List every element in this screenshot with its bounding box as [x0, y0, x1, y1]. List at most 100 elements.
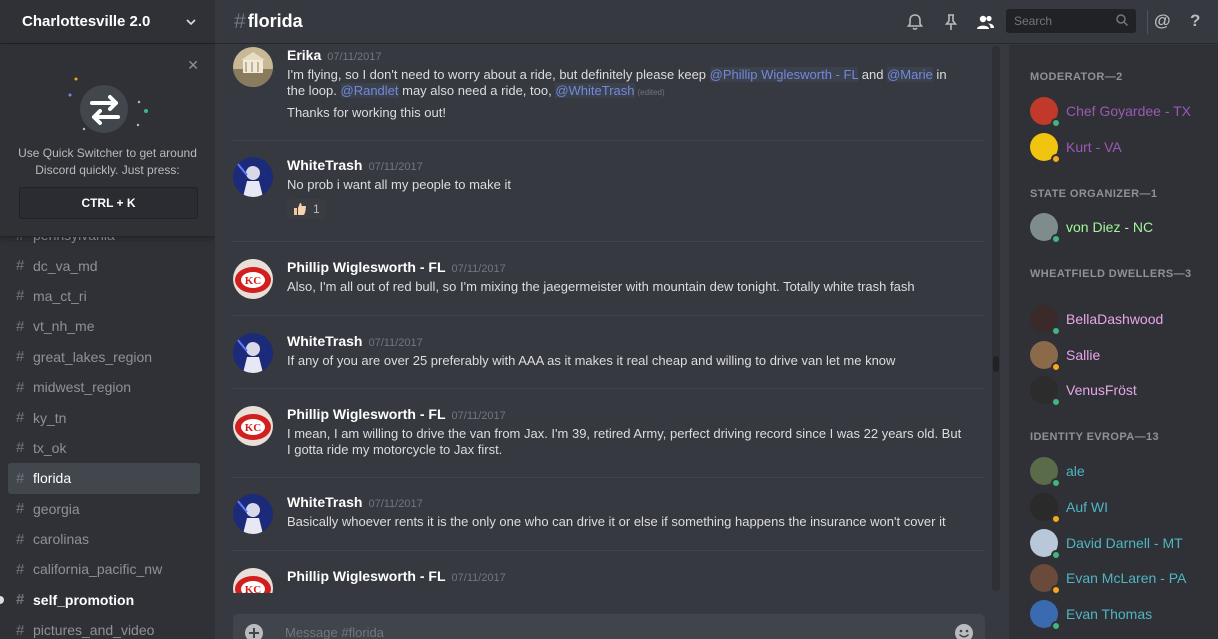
member-item[interactable]: Evan Thomas [1030, 598, 1152, 631]
idle-status-icon [1051, 585, 1061, 595]
member-item[interactable]: von Diez - NC [1030, 211, 1153, 244]
member-name: BellaDashwood [1066, 311, 1164, 327]
channel-tx-ok[interactable]: # tx_ok [8, 433, 200, 463]
avatar [1030, 457, 1061, 488]
channel-title: # florida [234, 10, 303, 34]
channel-name: florida [247, 11, 303, 31]
member-name: Evan McLaren - PA [1066, 570, 1187, 586]
channel-label: pictures_and_video [33, 622, 155, 639]
message-author[interactable]: Phillip Wiglesworth - FL [287, 259, 446, 275]
channel-california-pacific-nw[interactable]: # california_pacific_nw [8, 554, 200, 584]
avatar[interactable] [233, 157, 273, 197]
channel-georgia[interactable]: # georgia [8, 494, 200, 524]
channel-great-lakes-region[interactable]: # great_lakes_region [8, 342, 200, 372]
channel-hash-icon: # [234, 9, 246, 33]
message-divider [233, 550, 984, 551]
channel-hash-icon: # [16, 591, 25, 609]
message-author[interactable]: WhiteTrash [287, 333, 362, 349]
message-author[interactable]: Phillip Wiglesworth - FL [287, 568, 446, 584]
channel-dc-va-md[interactable]: # dc_va_md [8, 250, 200, 280]
avatar[interactable]: KC [233, 259, 273, 299]
composer-placeholder: Message #florida [285, 625, 384, 639]
avatar [1030, 600, 1061, 631]
reaction-count: 1 [313, 202, 320, 216]
scrollbar-track[interactable] [992, 46, 1000, 591]
message-text: Also, I'm all out of red bull, so I'm mi… [287, 279, 915, 294]
scrollbar-thumb[interactable] [993, 356, 999, 372]
avatar[interactable] [233, 47, 273, 87]
channel-hash-icon: # [16, 469, 25, 487]
members-icon[interactable] [975, 12, 995, 32]
message-list: Erika 07/11/2017 I'm flying, so I don't n… [215, 45, 1000, 593]
user-mention[interactable]: @Phillip Wiglesworth - FL [709, 67, 859, 82]
avatar [1030, 213, 1061, 244]
search-input[interactable]: Search [1006, 9, 1136, 33]
mention-icon[interactable]: @ [1154, 11, 1174, 31]
help-icon[interactable]: ? [1190, 11, 1210, 31]
avatar[interactable] [233, 333, 273, 373]
channel-vt-nh-me[interactable]: # vt_nh_me [8, 311, 200, 341]
channel-label: california_pacific_nw [33, 561, 163, 578]
member-item[interactable]: BellaDashwood [1030, 303, 1164, 336]
upload-plus-icon[interactable] [243, 622, 265, 639]
server-header[interactable]: Charlottesville 2.0 [0, 0, 215, 44]
avatar [1030, 97, 1061, 128]
channel-label: self_promotion [33, 591, 135, 608]
online-status-icon [1051, 478, 1061, 488]
search-placeholder: Search [1014, 14, 1053, 28]
avatar[interactable]: KC [233, 568, 273, 593]
reaction[interactable]: 1 [287, 199, 326, 219]
member-item[interactable]: Sallie [1030, 339, 1100, 372]
avatar [1030, 564, 1061, 595]
online-status-icon [1051, 118, 1061, 128]
channel-hash-icon: # [16, 560, 25, 578]
member-item[interactable]: VenusFröst [1030, 374, 1137, 407]
channel-hash-icon: # [16, 530, 25, 548]
channel-label: carolinas [33, 531, 90, 548]
channel-ma-ct-ri[interactable]: # ma_ct_ri [8, 281, 200, 311]
channel-hash-icon: # [16, 439, 25, 457]
avatar[interactable] [233, 494, 273, 534]
member-item[interactable]: Kurt - VA [1030, 131, 1122, 164]
thumbs-up-icon [294, 203, 306, 215]
message-composer[interactable]: Message #florida [233, 614, 985, 639]
message-text: No prob i want all my people to make it [287, 177, 511, 192]
idle-status-icon [1051, 362, 1061, 372]
message-author[interactable]: Phillip Wiglesworth - FL [287, 406, 446, 422]
channel-self-promotion[interactable]: # self_promotion [0, 585, 200, 615]
member-item[interactable]: David Darnell - MT [1030, 527, 1183, 560]
channel-hash-icon: # [16, 378, 25, 396]
message-divider [233, 140, 984, 141]
member-name: VenusFröst [1066, 382, 1137, 398]
member-item[interactable]: Evan McLaren - PA [1030, 562, 1187, 595]
user-mention[interactable]: @WhiteTrash [555, 83, 635, 98]
channel-midwest-region[interactable]: # midwest_region [8, 372, 200, 402]
channel-carolinas[interactable]: # carolinas [8, 524, 200, 554]
member-name: Auf WI [1066, 499, 1109, 515]
message-author[interactable]: WhiteTrash [287, 157, 362, 173]
channel-pictures-and-video[interactable]: # pictures_and_video [8, 615, 200, 639]
message-divider [233, 388, 984, 389]
channel-list: #pennsylvania#dc_va_md#ma_ct_ri#vt_nh_me… [0, 220, 215, 639]
pin-icon[interactable] [941, 12, 961, 32]
role-header: MODERATOR—2 [1030, 71, 1123, 83]
message-author[interactable]: WhiteTrash [287, 494, 362, 510]
idle-status-icon [1051, 154, 1061, 164]
user-mention[interactable]: @Marie [887, 67, 933, 82]
online-status-icon [1051, 621, 1061, 631]
online-status-icon [1051, 397, 1061, 407]
member-item[interactable]: Auf WI [1030, 491, 1109, 524]
message-author[interactable]: Erika [287, 47, 321, 63]
channel-label: midwest_region [33, 379, 132, 396]
message-timestamp: 07/11/2017 [368, 337, 423, 349]
bell-icon[interactable] [905, 12, 925, 32]
member-item[interactable]: Chef Goyardee - TX [1030, 95, 1191, 128]
close-icon[interactable]: ✕ [187, 58, 199, 72]
emoji-icon[interactable] [953, 622, 975, 639]
user-mention[interactable]: @Randlet [340, 83, 399, 98]
avatar[interactable]: KC [233, 406, 273, 446]
channel-florida[interactable]: # florida [8, 463, 200, 494]
member-item[interactable]: ale [1030, 455, 1085, 488]
channel-ky-tn[interactable]: # ky_tn [8, 402, 200, 432]
member-name: ale [1066, 463, 1085, 479]
